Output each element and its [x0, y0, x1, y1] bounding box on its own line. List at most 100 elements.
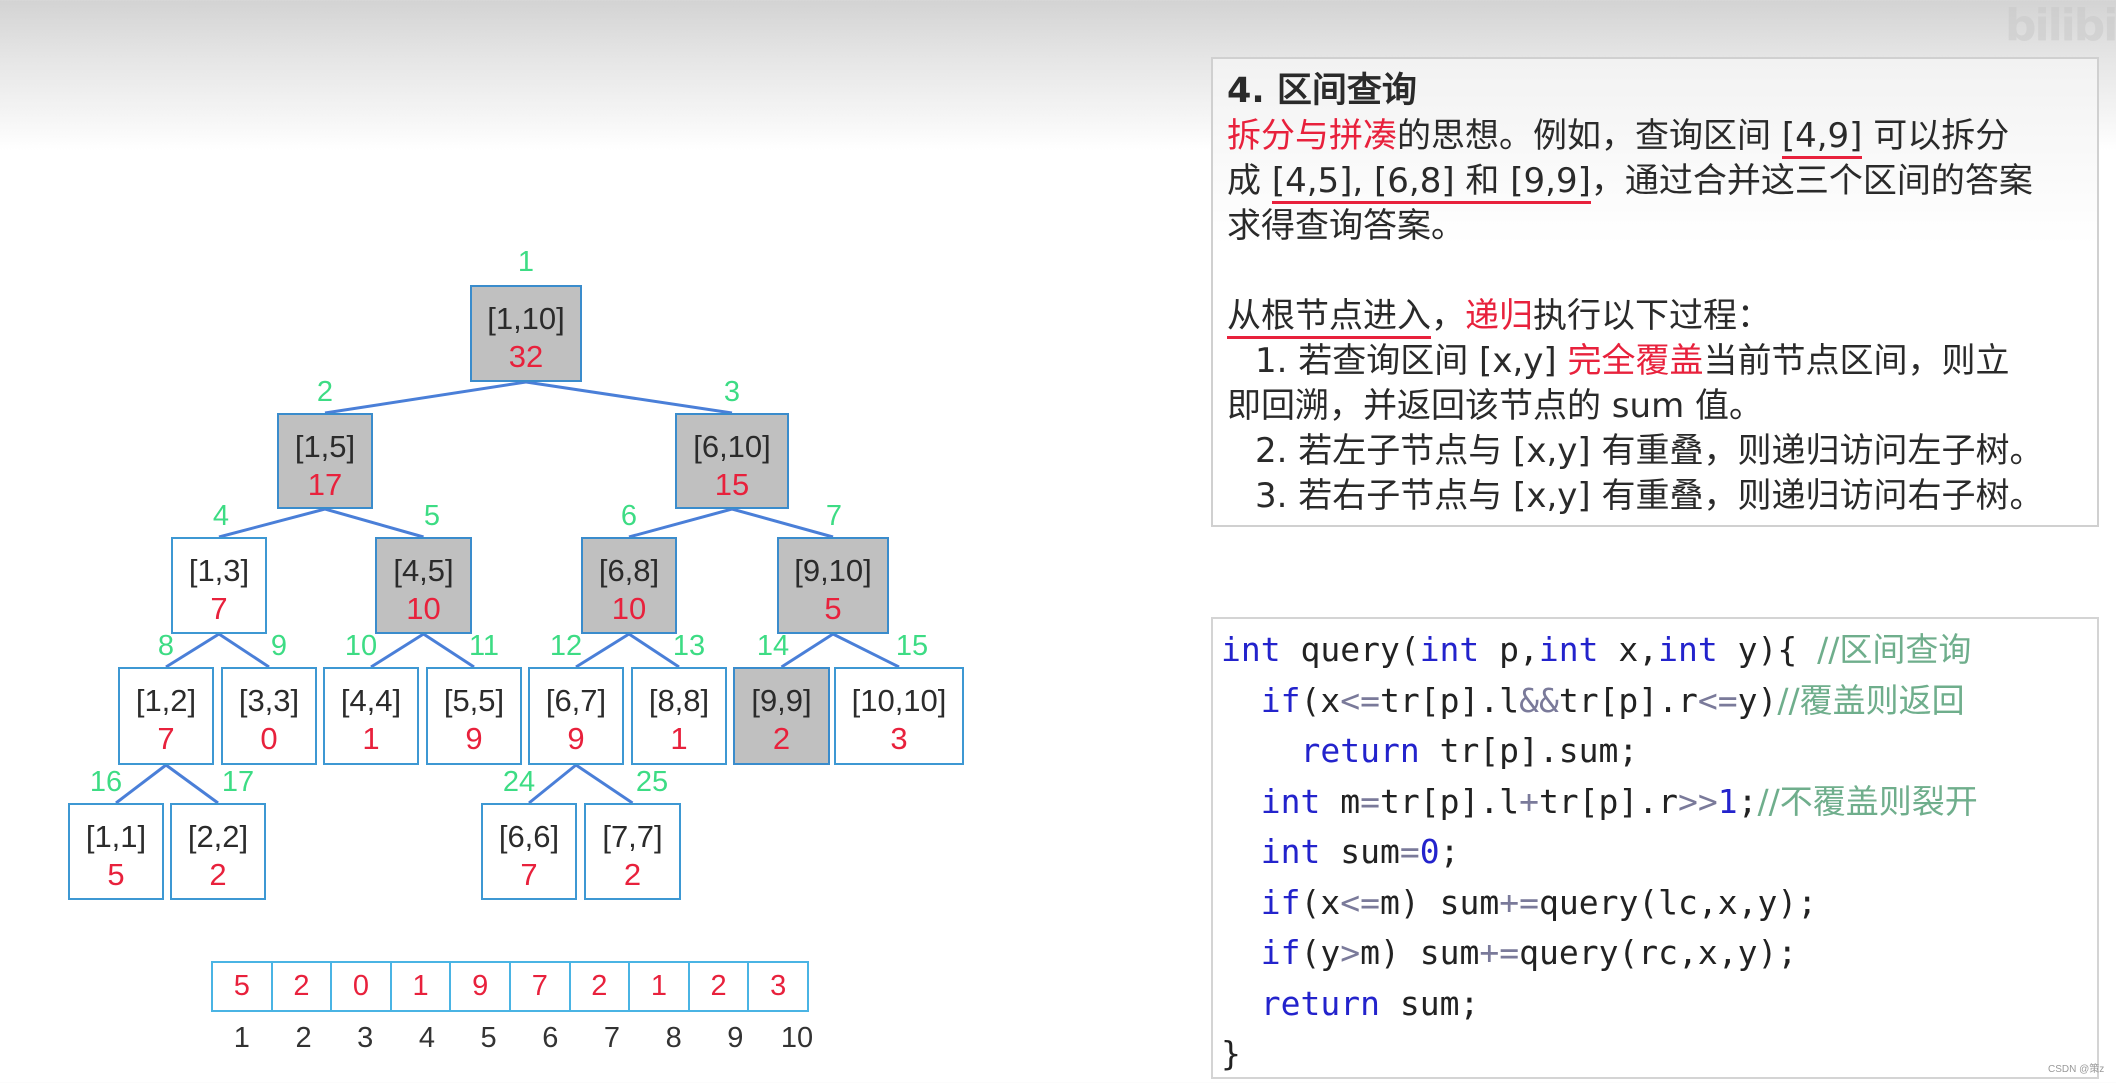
node-sum: 2: [209, 857, 227, 892]
array-cell: 2: [270, 963, 331, 1010]
code-line-7: if(y>m) sum+=query(rc,x,y);: [1221, 928, 2089, 979]
code-line-3: return tr[p].sum;: [1221, 726, 2089, 777]
node-sum: 7: [520, 857, 538, 892]
node-range: [10,10]: [851, 683, 947, 718]
tree-node: [6,7] 9: [528, 667, 624, 765]
code-block: int query(int p,int x,int y){ //区间查询 if(…: [1211, 617, 2099, 1079]
comment: //不覆盖则裂开: [1757, 781, 1978, 821]
node-sum: 10: [406, 591, 441, 626]
operator: <=: [1340, 882, 1380, 922]
node-index: 4: [212, 500, 230, 532]
number: 1: [1717, 781, 1738, 821]
text: 成: [1227, 161, 1272, 201]
array-cell: 1: [628, 963, 688, 1010]
code-text: tr[p].r: [1558, 680, 1698, 720]
tree-node: [4,5] 10: [375, 537, 472, 634]
node-index: 16: [89, 766, 123, 798]
text: 可以拆分: [1862, 116, 2010, 156]
step-2: 2. 若左子节点与 [x,y] 有重叠，则递归访问左子树。: [1255, 431, 2044, 471]
code-line-2: if(x<=tr[p].l&&tr[p].r<=y)//覆盖则返回: [1221, 676, 2089, 727]
node-sum: 5: [824, 591, 842, 626]
node-range: [1,3]: [188, 553, 250, 588]
array-index: 10: [780, 1022, 814, 1054]
explanation-panel: 4. 区间查询 拆分与拼凑的思想。例如，查询区间 [4,9] 可以拆分 成 [4…: [1211, 57, 2099, 527]
query-range-underlined: [4,9]: [1781, 116, 1863, 159]
node-range: [1,10]: [487, 301, 565, 336]
code-text: m: [1320, 781, 1361, 821]
array-cell: 9: [449, 963, 509, 1010]
node-sum: 2: [772, 721, 791, 756]
keyword: int: [1658, 630, 1718, 669]
section-title: 4. 区间查询: [1227, 71, 1417, 111]
code-text: (x: [1300, 882, 1341, 922]
step-1: 1. 若查询区间 [x,y] 完全覆盖当前节点区间，则立: [1227, 339, 2083, 384]
node-range: [7,7]: [602, 819, 663, 854]
node-range: [6,7]: [545, 683, 607, 718]
code-text: ;: [1737, 781, 1758, 821]
tree-edge: [324, 380, 527, 415]
node-index: 15: [895, 630, 929, 662]
operator: &&: [1519, 680, 1559, 720]
code-text: query(rc,x,y);: [1519, 933, 1798, 972]
explanation-paragraph-2: 从根节点进入，递归执行以下过程：: [1227, 294, 2083, 339]
keyword: int: [1260, 832, 1321, 871]
operator: =: [1360, 781, 1380, 821]
node-range: [1,5]: [294, 429, 356, 464]
node-index: 7: [825, 500, 843, 532]
node-range: [6,10]: [693, 429, 771, 464]
array-cell: 2: [568, 963, 629, 1010]
tree-node: [10,10] 3: [834, 667, 964, 765]
operator: >>: [1678, 781, 1718, 821]
node-sum: 15: [714, 467, 750, 502]
node-index: 14: [756, 630, 790, 662]
node-index: 10: [344, 630, 378, 662]
node-range: [4,4]: [340, 683, 402, 718]
node-sum: 10: [611, 591, 647, 626]
operator: +=: [1499, 882, 1539, 922]
node-index: 2: [316, 376, 334, 408]
operator: =: [1399, 832, 1420, 871]
array-cell: 1: [389, 963, 450, 1010]
operator: +: [1519, 781, 1539, 821]
node-range: [3,3]: [238, 683, 300, 718]
array-index: 7: [603, 1022, 621, 1054]
tree-node: [8,8] 1: [631, 667, 727, 765]
tree-node: [6,10] 15: [675, 413, 789, 509]
operator: >: [1340, 933, 1361, 972]
code-text: query(: [1280, 630, 1420, 669]
node-sum: 7: [210, 591, 228, 626]
array-index: 8: [665, 1022, 682, 1054]
node-index: 12: [549, 630, 583, 662]
code-text: m) sum: [1360, 933, 1480, 972]
node-range: [8,8]: [648, 683, 710, 718]
array-index: 1: [233, 1022, 250, 1054]
keyword: int: [1419, 630, 1480, 669]
highlight-split-merge: 拆分与拼凑: [1227, 116, 1397, 156]
comment: //覆盖则返回: [1777, 680, 1965, 720]
node-sum: 32: [508, 339, 544, 374]
explanation-line: 成 [4,5], [6,8] 和 [9,9]，通过合并这三个区间的答案: [1227, 159, 2083, 204]
node-index: 6: [620, 500, 638, 532]
keyword: int: [1221, 630, 1281, 669]
operator: <=: [1697, 680, 1738, 720]
node-index: 8: [157, 630, 175, 662]
node-range: [2,2]: [187, 819, 249, 854]
step-3: 3. 若右子节点与 [x,y] 有重叠，则递归访问右子树。: [1255, 476, 2044, 516]
code-line-6: if(x<=m) sum+=query(lc,x,y);: [1221, 878, 2089, 929]
node-range: [9,10]: [794, 553, 872, 588]
node-index: 1: [517, 246, 535, 278]
code-text: tr[p].sum;: [1419, 731, 1639, 770]
sub-ranges-underlined: [4,5], [6,8] 和 [9,9]: [1271, 161, 1591, 204]
node-index: 9: [270, 630, 288, 662]
tree-node: [6,6] 7: [481, 803, 577, 900]
node-sum: 2: [623, 857, 642, 892]
text: ，通过合并这三个区间的答案: [1590, 161, 2033, 201]
tree-node: [1,10] 32: [470, 285, 582, 382]
array-index: 4: [418, 1022, 435, 1054]
keyword: int: [1260, 781, 1321, 821]
node-range: [9,9]: [751, 683, 812, 718]
array-cell: 5: [211, 963, 271, 1010]
array-indices: 1 2 3 4 5 6 7 8 9 10: [211, 1022, 828, 1055]
keyword: return: [1300, 731, 1420, 770]
code-text: tr[p].l: [1380, 680, 1520, 720]
